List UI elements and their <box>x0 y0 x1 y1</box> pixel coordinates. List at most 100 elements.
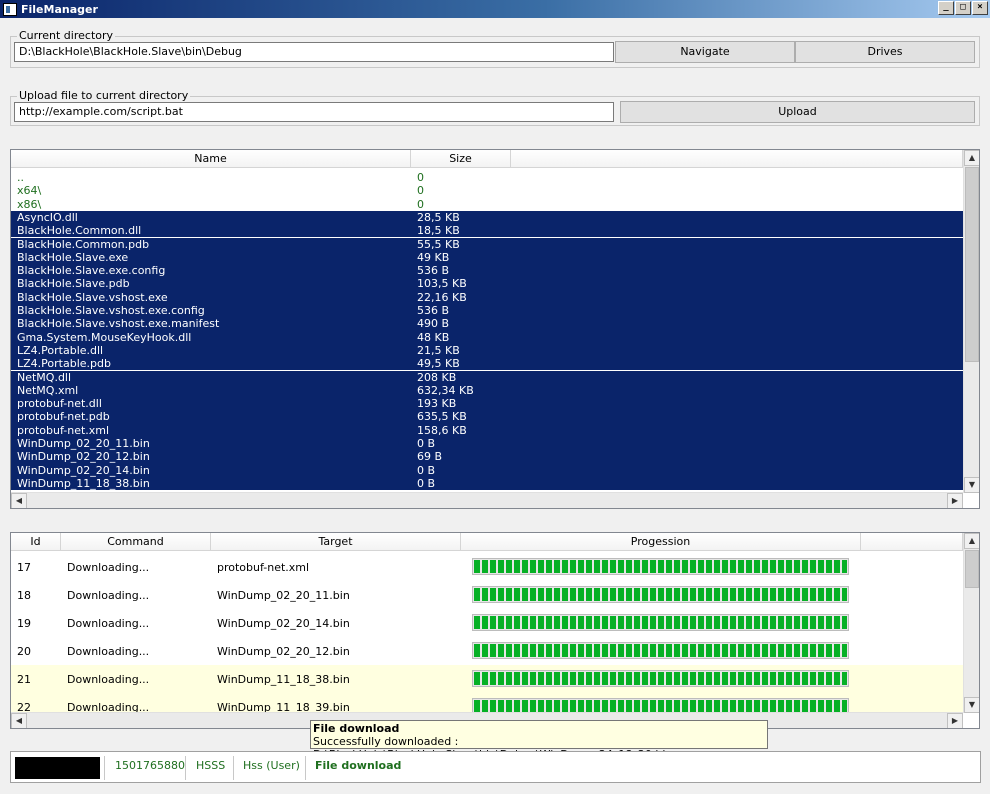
current-directory-legend: Current directory <box>17 29 116 42</box>
file-row[interactable]: BlackHole.Slave.vshost.exe.config 536 B <box>11 304 963 318</box>
file-list[interactable]: Name Size .. 0 x64\ 0 x86\ 0 AsyncIO.dll 28,5 K… <box>10 149 980 509</box>
file-name: protobuf-net.xml <box>17 423 110 437</box>
file-row[interactable]: BlackHole.Slave.exe 49 KB <box>11 250 963 265</box>
file-name: BlackHole.Slave.vshost.exe <box>17 290 168 304</box>
maximize-icon[interactable]: □ <box>955 1 971 15</box>
file-row[interactable]: LZ4.Portable.pdb 49,5 KB <box>11 357 963 371</box>
scroll-left-icon[interactable]: ◀ <box>11 493 27 508</box>
progress-bar <box>472 558 849 575</box>
transfer-list[interactable]: Id Command Target Progession 17 Downloadi… <box>10 532 980 729</box>
transfer-row[interactable]: 22 Downloading... WinDump_11_18_39.bin <box>11 693 963 713</box>
file-row[interactable]: BlackHole.Slave.vshost.exe 22,16 KB <box>11 290 963 304</box>
file-size: 48 KB <box>417 330 450 344</box>
file-row[interactable]: LZ4.Portable.dll 21,5 KB <box>11 343 963 358</box>
file-row[interactable]: BlackHole.Slave.pdb 103,5 KB <box>11 277 963 291</box>
column-header-command[interactable]: Command <box>61 533 211 551</box>
file-row[interactable]: BlackHole.Common.dll 18,5 KB <box>11 224 963 238</box>
column-header-name[interactable]: Name <box>11 150 411 168</box>
upload-url-input[interactable]: http://example.com/script.bat <box>14 102 614 122</box>
transfer-row[interactable]: 19 Downloading... WinDump_02_20_14.bin <box>11 609 963 637</box>
current-directory-input[interactable]: D:\BlackHole\BlackHole.Slave\bin\Debug <box>14 42 614 62</box>
scroll-down-icon[interactable]: ▼ <box>964 477 979 493</box>
progress-bar <box>472 670 849 687</box>
transfer-row[interactable]: 18 Downloading... WinDump_02_20_11.bin <box>11 581 963 609</box>
transfer-command: Downloading... <box>67 673 150 686</box>
transfer-command: Downloading... <box>67 561 150 574</box>
file-row[interactable]: NetMQ.dll 208 KB <box>11 370 963 384</box>
download-tooltip: File download Successfully downloaded : … <box>310 720 768 761</box>
transfer-row[interactable]: 21 Downloading... WinDump_11_18_38.bin <box>11 665 963 693</box>
file-row[interactable]: BlackHole.Slave.exe.config 536 B <box>11 264 963 278</box>
file-size: 635,5 KB <box>417 410 467 424</box>
status-separator <box>233 756 234 780</box>
transfer-target: protobuf-net.xml <box>217 561 310 574</box>
file-name: protobuf-net.pdb <box>17 410 110 424</box>
progress-bar-fill <box>474 672 847 685</box>
transfer-id: 19 <box>17 617 31 630</box>
file-list-vscrollbar[interactable]: ▲ ▼ <box>963 150 979 493</box>
file-row[interactable]: Gma.System.MouseKeyHook.dll 48 KB <box>11 330 963 344</box>
progress-bar-fill <box>474 560 847 573</box>
file-row[interactable]: WinDump_02_20_11.bin 0 B <box>11 437 963 451</box>
file-row[interactable]: NetMQ.xml 632,34 KB <box>11 383 963 398</box>
file-size: 0 B <box>417 463 436 477</box>
window-title: FileManager <box>21 2 98 16</box>
status-color-box <box>15 757 100 779</box>
scroll-up-icon[interactable]: ▲ <box>964 150 979 166</box>
file-name: NetMQ.dll <box>17 370 72 384</box>
column-header-progression[interactable]: Progession <box>461 533 861 551</box>
file-row[interactable]: BlackHole.Slave.vshost.exe.manifest 490 B <box>11 317 963 331</box>
column-header-empty <box>511 150 963 168</box>
scroll-left-icon[interactable]: ◀ <box>11 713 27 728</box>
navigate-button[interactable]: Navigate <box>615 41 795 63</box>
file-size: 193 KB <box>417 397 457 411</box>
file-name: BlackHole.Slave.exe <box>17 250 129 264</box>
column-header-id[interactable]: Id <box>11 533 61 551</box>
file-name: WinDump_02_20_11.bin <box>17 437 150 450</box>
title-bar: FileManager _ □ × <box>0 0 990 18</box>
file-row[interactable]: protobuf-net.xml 158,6 KB <box>11 423 963 437</box>
file-size: 28,5 KB <box>417 210 460 224</box>
file-row[interactable]: .. 0 <box>11 171 963 184</box>
scroll-down-icon[interactable]: ▼ <box>964 697 979 713</box>
file-list-hscrollbar[interactable]: ◀ ▶ <box>11 492 963 508</box>
close-icon[interactable]: × <box>972 1 988 15</box>
file-row[interactable]: x86\ 0 <box>11 198 963 211</box>
upload-button[interactable]: Upload <box>620 101 975 123</box>
file-row[interactable]: WinDump_02_20_14.bin 0 B <box>11 463 963 477</box>
drives-button[interactable]: Drives <box>795 41 975 63</box>
status-user: Hss (User) <box>243 759 300 772</box>
transfer-row[interactable]: 20 Downloading... WinDump_02_20_12.bin <box>11 637 963 665</box>
file-row[interactable]: BlackHole.Common.pdb 55,5 KB <box>11 237 963 251</box>
transfer-target: WinDump_02_20_14.bin <box>217 617 350 630</box>
transfer-row[interactable]: 17 Downloading... protobuf-net.xml <box>11 553 963 581</box>
file-row[interactable]: protobuf-net.pdb 635,5 KB <box>11 410 963 424</box>
file-row[interactable]: WinDump_11_18_38.bin 0 B <box>11 476 963 491</box>
scroll-right-icon[interactable]: ▶ <box>947 713 963 728</box>
file-row[interactable]: protobuf-net.dll 193 KB <box>11 397 963 411</box>
minimize-icon[interactable]: _ <box>938 1 954 15</box>
file-name: BlackHole.Slave.exe.config <box>17 264 166 278</box>
file-name: LZ4.Portable.pdb <box>17 357 111 371</box>
scroll-up-icon[interactable]: ▲ <box>964 533 979 549</box>
column-header-target[interactable]: Target <box>211 533 461 551</box>
scroll-thumb[interactable] <box>965 167 979 362</box>
status-bar: 1501765880 HSSS Hss (User) File download <box>10 751 981 783</box>
scroll-thumb[interactable] <box>965 550 979 588</box>
transfer-list-vscrollbar[interactable]: ▲ ▼ <box>963 533 979 713</box>
file-name: Gma.System.MouseKeyHook.dll <box>17 330 192 344</box>
file-row[interactable]: AsyncIO.dll 28,5 KB <box>11 210 963 225</box>
file-name: protobuf-net.dll <box>17 397 102 411</box>
file-row[interactable]: WinDump_02_20_12.bin 69 B <box>11 450 963 464</box>
transfer-target: WinDump_02_20_11.bin <box>217 589 350 602</box>
file-size: 103,5 KB <box>417 277 467 291</box>
scroll-right-icon[interactable]: ▶ <box>947 493 963 508</box>
file-name: WinDump_02_20_14.bin <box>17 463 150 477</box>
column-header-size[interactable]: Size <box>411 150 511 168</box>
file-row[interactable]: x64\ 0 <box>11 184 963 197</box>
progress-bar <box>472 614 849 631</box>
transfer-command: Downloading... <box>67 617 150 630</box>
window-controls: _ □ × <box>938 1 988 15</box>
file-size: 0 <box>417 184 424 198</box>
file-name: x64\ <box>17 184 42 198</box>
